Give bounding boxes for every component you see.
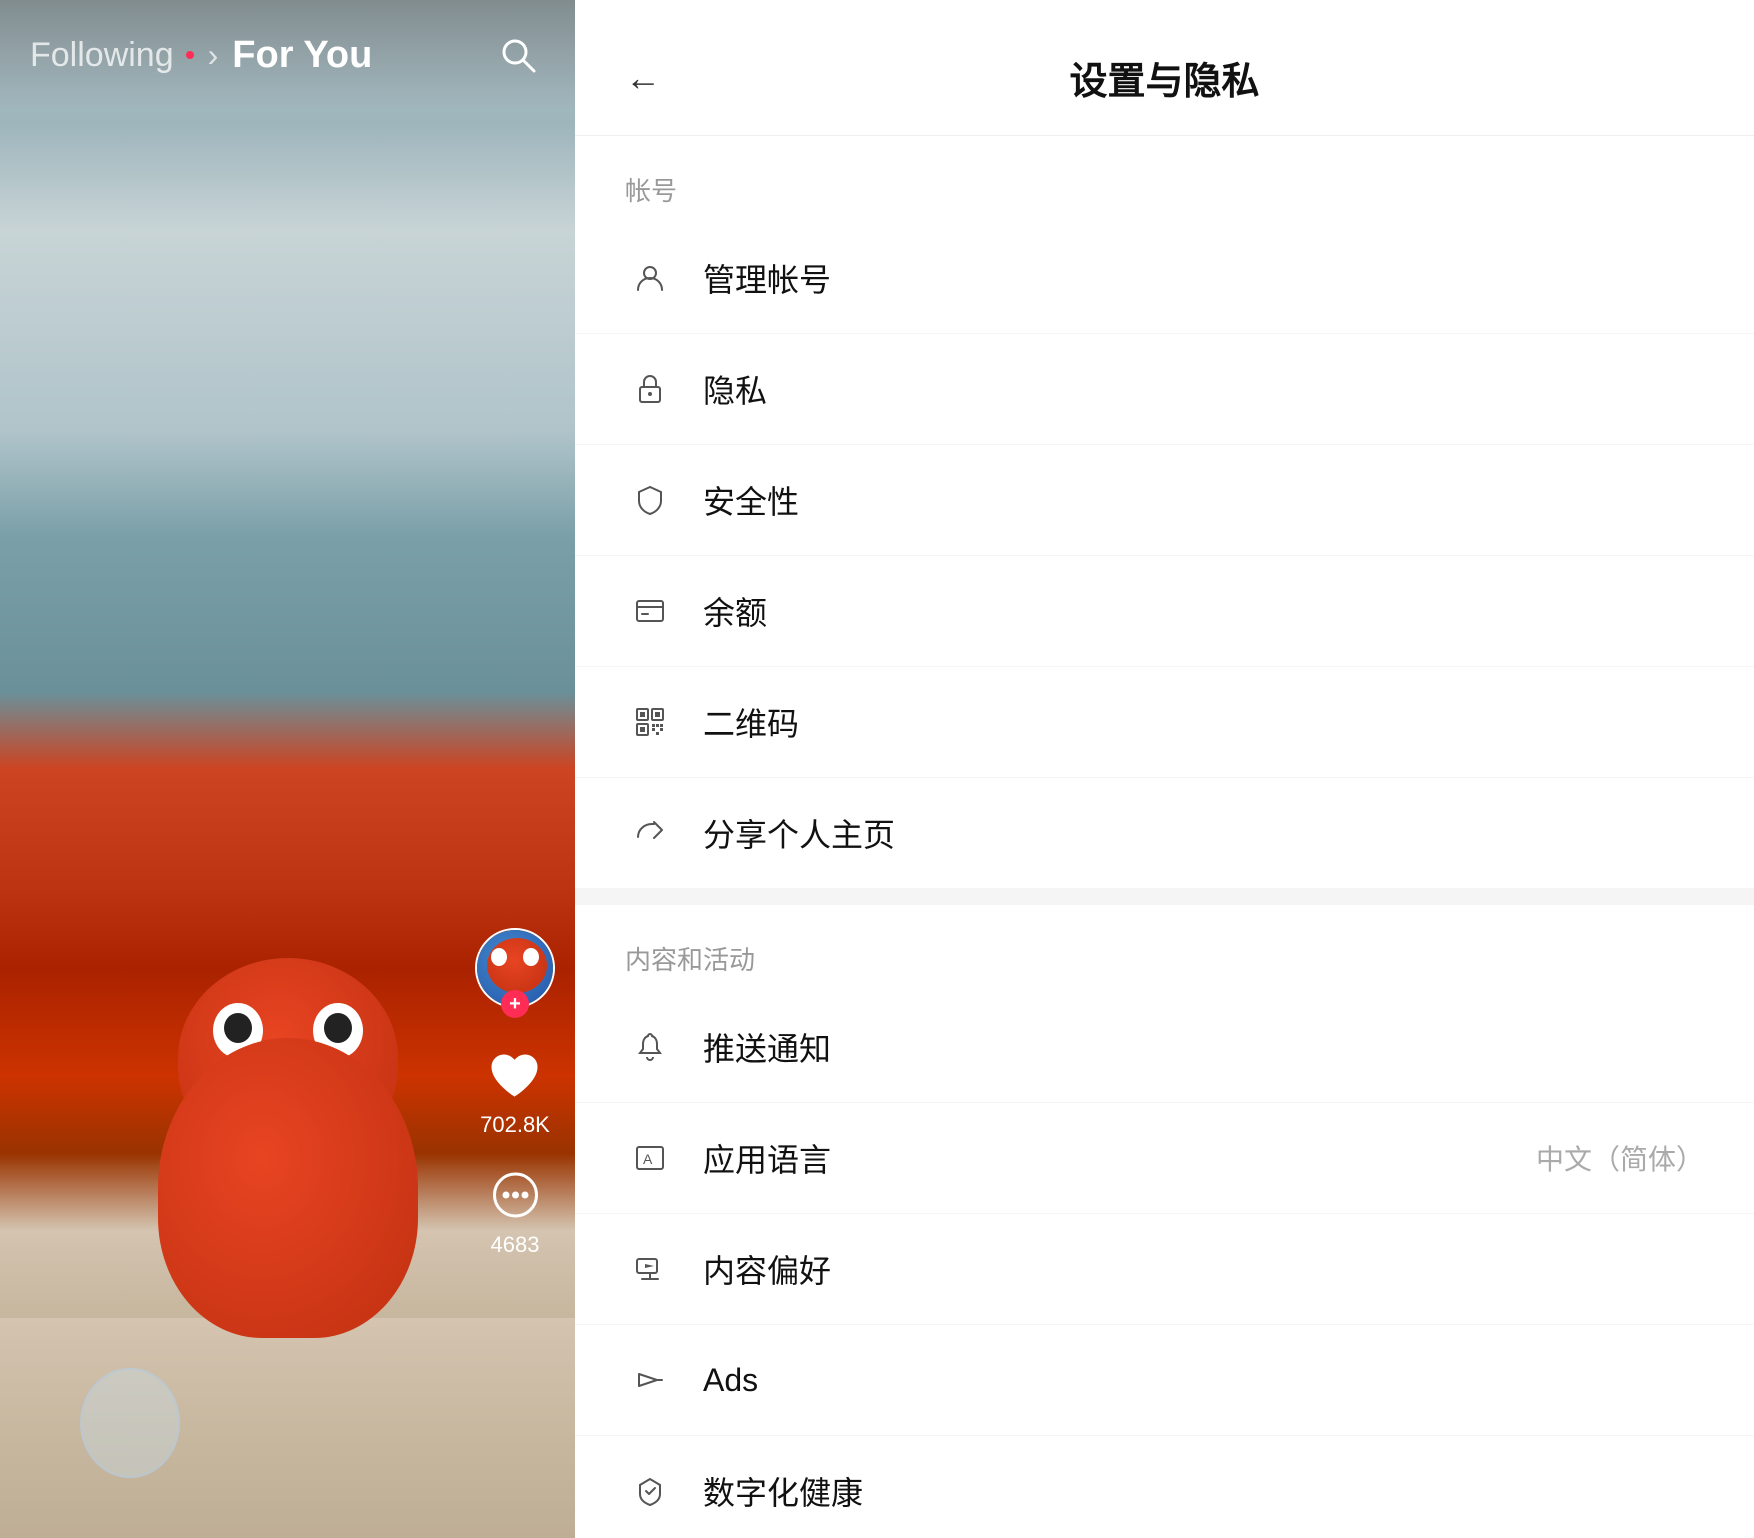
privacy-icon	[625, 364, 675, 414]
digital-wellbeing-icon	[625, 1466, 675, 1516]
heart-icon	[487, 1049, 542, 1104]
nav-dot-indicator	[186, 51, 194, 59]
language-icon: A	[625, 1133, 675, 1183]
settings-item-notifications[interactable]: 推送通知	[575, 992, 1754, 1103]
privacy-label: 隐私	[703, 366, 1704, 412]
elmo-pupil-left	[224, 1013, 252, 1043]
settings-item-share-profile[interactable]: 分享个人主页	[575, 778, 1754, 889]
nav-tabs: Following › For You	[30, 34, 372, 77]
ads-icon	[625, 1355, 675, 1405]
settings-title: 设置与隐私	[681, 50, 1648, 105]
nav-separator: ›	[208, 37, 219, 74]
settings-item-ads[interactable]: Ads	[575, 1325, 1754, 1436]
elmo-pupil-right	[324, 1013, 352, 1043]
search-button[interactable]	[490, 28, 545, 83]
balance-icon	[625, 586, 675, 636]
settings-item-balance[interactable]: 余额	[575, 556, 1754, 667]
settings-item-security[interactable]: 安全性	[575, 445, 1754, 556]
creator-avatar-container[interactable]: +	[475, 928, 555, 1008]
qrcode-label: 二维码	[703, 699, 1704, 745]
qrcode-icon	[625, 697, 675, 747]
video-interactions: + 702.8K 4683	[475, 928, 555, 1258]
notifications-icon	[625, 1022, 675, 1072]
digital-wellbeing-label: 数字化健康	[703, 1468, 1704, 1514]
video-feed-panel: Following › For You +	[0, 0, 575, 1538]
settings-panel: ← 设置与隐私 帐号 管理帐号 隐私	[575, 0, 1754, 1538]
comment-icon-container	[485, 1166, 545, 1226]
top-nav-bar: Following › For You	[0, 0, 575, 110]
settings-item-digital-wellbeing[interactable]: 数字化健康	[575, 1436, 1754, 1538]
content-section-label: 内容和活动	[575, 905, 1754, 992]
settings-item-content-preference[interactable]: 内容偏好	[575, 1214, 1754, 1325]
ads-label: Ads	[703, 1362, 1704, 1399]
account-section-label: 帐号	[575, 136, 1754, 223]
settings-item-language[interactable]: A 应用语言 中文（简体）	[575, 1103, 1754, 1214]
heart-icon-container	[485, 1046, 545, 1106]
likes-interaction[interactable]: 702.8K	[480, 1046, 550, 1138]
content-preference-label: 内容偏好	[703, 1246, 1704, 1292]
for-you-tab[interactable]: For You	[232, 34, 372, 77]
comments-count: 4683	[491, 1232, 540, 1258]
language-value: 中文（简体）	[1536, 1138, 1704, 1178]
settings-item-qrcode[interactable]: 二维码	[575, 667, 1754, 778]
back-button[interactable]: ←	[625, 57, 661, 99]
comments-interaction[interactable]: 4683	[485, 1166, 545, 1258]
notifications-label: 推送通知	[703, 1024, 1704, 1070]
section-divider	[575, 889, 1754, 905]
share-profile-icon	[625, 808, 675, 858]
comment-icon	[488, 1169, 543, 1224]
follow-plus-button[interactable]: +	[501, 990, 529, 1018]
video-counter-area	[0, 1318, 575, 1538]
settings-item-manage-account[interactable]: 管理帐号	[575, 223, 1754, 334]
manage-account-icon	[625, 253, 675, 303]
following-tab[interactable]: Following	[30, 36, 174, 75]
elmo-figure	[148, 958, 428, 1338]
likes-count: 702.8K	[480, 1112, 550, 1138]
settings-item-privacy[interactable]: 隐私	[575, 334, 1754, 445]
elmo-body	[158, 1038, 418, 1338]
language-label: 应用语言	[703, 1135, 1536, 1181]
account-section: 帐号 管理帐号 隐私	[575, 136, 1754, 889]
glass-object	[80, 1368, 180, 1478]
search-icon	[498, 35, 538, 75]
balance-label: 余额	[703, 588, 1704, 634]
settings-header: ← 设置与隐私	[575, 0, 1754, 136]
security-icon	[625, 475, 675, 525]
content-section: 内容和活动 推送通知 A 应用语言 中文（简体）	[575, 905, 1754, 1538]
svg-text:A: A	[643, 1151, 653, 1167]
share-profile-label: 分享个人主页	[703, 810, 1704, 856]
security-label: 安全性	[703, 477, 1704, 523]
manage-account-label: 管理帐号	[703, 255, 1704, 301]
content-preference-icon	[625, 1244, 675, 1294]
